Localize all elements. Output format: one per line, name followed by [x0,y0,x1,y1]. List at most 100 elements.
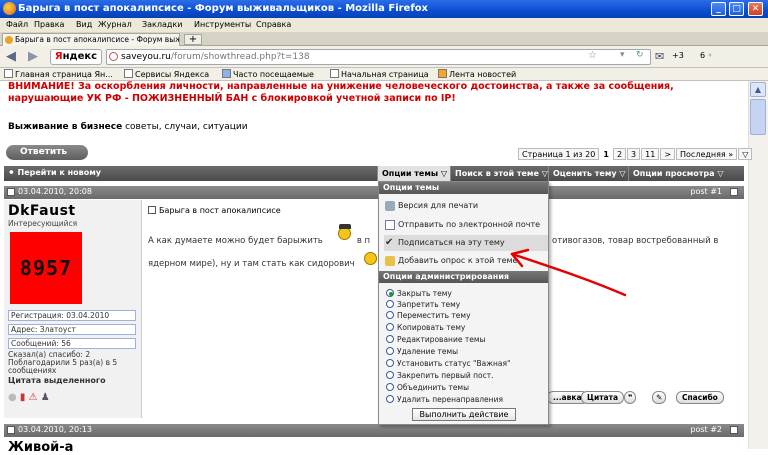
quote-button[interactable]: Цитата [581,391,625,404]
username[interactable]: Живой-а [8,440,73,455]
quick-reply-icon[interactable]: ✎ [652,391,667,404]
pager-jump[interactable]: ▽ [738,148,753,160]
menu-history[interactable]: Журнал [98,20,132,29]
pager-page-11[interactable]: 11 [641,148,660,160]
radio-icon [386,383,394,391]
pager-next[interactable]: > [660,148,676,160]
radio-icon [386,347,394,355]
admin-move-thread[interactable]: Переместить тему [386,310,546,321]
radio-icon [386,395,394,403]
url-path: /forum/showthread.php?t=138 [170,52,310,62]
url-input[interactable]: saveyou.ru/forum/showthread.php?t=138 [106,49,651,65]
message-icon[interactable]: ▮ [20,392,26,403]
notification-count[interactable]: +3 [672,51,684,60]
forum-warning: ВНИМАНИЕ! За оскорбления личности, напра… [8,81,674,104]
avatar: 8957 [10,232,82,304]
menu-help[interactable]: Справка [256,20,291,29]
bookmark-yandex-services[interactable]: Сервисы Яндекса [124,69,209,79]
quote-selected-label: Цитата выделенного [8,376,106,385]
print-version-item[interactable]: Версия для печати [384,198,548,214]
post-date: 03.04.2010, 20:13 [18,425,92,434]
thread-options-menu[interactable]: Опции темы ▽ [377,166,452,181]
thanks-button[interactable]: Спасибо [676,391,724,404]
tab-active[interactable]: Барыга в пост апокалипсисе - Форум выж..… [2,33,180,46]
forward-arrow-icon[interactable]: ▶ [28,49,38,64]
scrollbar-thumb[interactable] [750,99,766,135]
menu-file[interactable]: Файл [6,20,28,29]
radio-icon [386,359,394,367]
arrow-right-icon: ⚫ [8,168,15,177]
vertical-scrollbar[interactable] [748,81,768,449]
view-options-menu[interactable]: Опции просмотра ▽ [628,166,727,181]
section-name[interactable]: Выживание в бизнесе [8,122,122,132]
post-title: Барыга в пост апокалипсисе [148,206,281,215]
menu-tools[interactable]: Инструменты [194,20,251,29]
mail-icon[interactable]: ✉ [655,50,664,63]
admin-set-important[interactable]: Установить статус "Важная" [386,358,546,369]
post-number[interactable]: post #1 [690,187,722,196]
pager-page-2[interactable]: 2 [612,148,627,160]
post-number[interactable]: post #2 [690,425,722,434]
post-select-checkbox[interactable] [730,426,738,434]
navigation-bar: ◀ ▶ Яндекс saveyou.ru/forum/showthread.p… [0,46,768,68]
menu-edit[interactable]: Правка [34,20,64,29]
site-favicon-icon [5,36,13,44]
dropdown-section-thread: Опции темы [379,182,548,194]
reload-icon[interactable]: ↻ [636,50,644,60]
send-email-item[interactable]: Отправить по электронной почте [384,217,548,233]
post-icon [7,426,15,434]
close-button[interactable]: ✕ [748,2,763,16]
section-desc: советы, случаи, ситуации [125,122,248,132]
post-select-checkbox[interactable] [730,188,738,196]
report-icon[interactable]: ⚠ [29,392,38,403]
pager-last[interactable]: Последняя » [676,148,738,160]
pager-page-3[interactable]: 3 [627,148,641,160]
scroll-up-arrow-icon[interactable]: ▲ [750,82,766,97]
url-dropdown-icon[interactable]: ▾ [620,50,625,60]
new-tab-button[interactable]: + [184,34,202,45]
execute-action-button[interactable]: Выполнить действие [412,408,516,421]
post-header: 03.04.2010, 20:08 post #1 [4,186,744,199]
menu-bookmarks[interactable]: Закладки [142,20,182,29]
bookmark-start-page[interactable]: Начальная страница [330,69,429,79]
radio-icon [386,300,394,308]
weather-widget[interactable]: 6 ◦ [700,51,712,60]
admin-copy-thread[interactable]: Копировать тему [386,322,546,333]
goto-new-link[interactable]: ⚫ Перейти к новому [8,168,101,177]
bookmark-news-feed[interactable]: Лента новостей [438,69,516,79]
search-thread-menu[interactable]: Поиск в этой теме ▽ [450,166,552,181]
smiley-hat-icon [336,224,354,240]
bookmark-yandex-home[interactable]: Главная страница Ян... [4,69,113,79]
post-text-line2: ядерном мире), ну и там стать как сидоро… [148,259,355,269]
rate-thread-menu[interactable]: Оценить тему ▽ [548,166,630,181]
username[interactable]: DkFaust [8,203,76,219]
printer-icon [385,201,395,211]
maximize-button[interactable]: □ [729,2,744,16]
user-registration: Регистрация: 03.04.2010 [8,310,136,321]
admin-remove-redirects[interactable]: Удалить перенаправления [386,394,546,405]
page-icon [330,69,339,78]
poll-icon [385,256,395,266]
firefox-icon [3,2,16,15]
admin-edit-thread[interactable]: Редактирование темы [386,334,546,345]
reply-button[interactable]: Ответить [6,145,88,160]
ip-icon[interactable]: ♟ [41,392,50,403]
radio-icon [386,371,394,379]
user-address: Адрес: Златоуст [8,324,136,335]
thread-toolbar: ⚫ Перейти к новому Опции темы ▽ Поиск в … [4,166,744,181]
checkmark-icon: ✔ [385,237,394,248]
yandex-button[interactable]: Яндекс [50,49,102,65]
tab-label: Барыга в пост апокалипсисе - Форум выж..… [15,35,180,44]
minimize-button[interactable]: _ [711,2,726,16]
back-arrow-icon[interactable]: ◀ [6,49,16,64]
bookmark-star-icon[interactable]: ☆ [588,50,597,61]
admin-merge-threads[interactable]: Объединить темы [386,382,546,393]
pagination: Страница 1 из 20 1 2 3 11 > Последняя » ▽ [518,148,753,161]
admin-delete-thread[interactable]: Удаление темы [386,346,546,357]
post-icon [7,188,15,196]
bookmark-most-visited[interactable]: Часто посещаемые [222,69,314,79]
admin-ban-thread[interactable]: Запретить тему [386,299,546,310]
section-description: Выживание в бизнесе советы, случаи, ситу… [8,122,248,132]
menu-view[interactable]: Вид [76,20,92,29]
admin-pin-first-post[interactable]: Закрепить первый пост. [386,370,546,381]
